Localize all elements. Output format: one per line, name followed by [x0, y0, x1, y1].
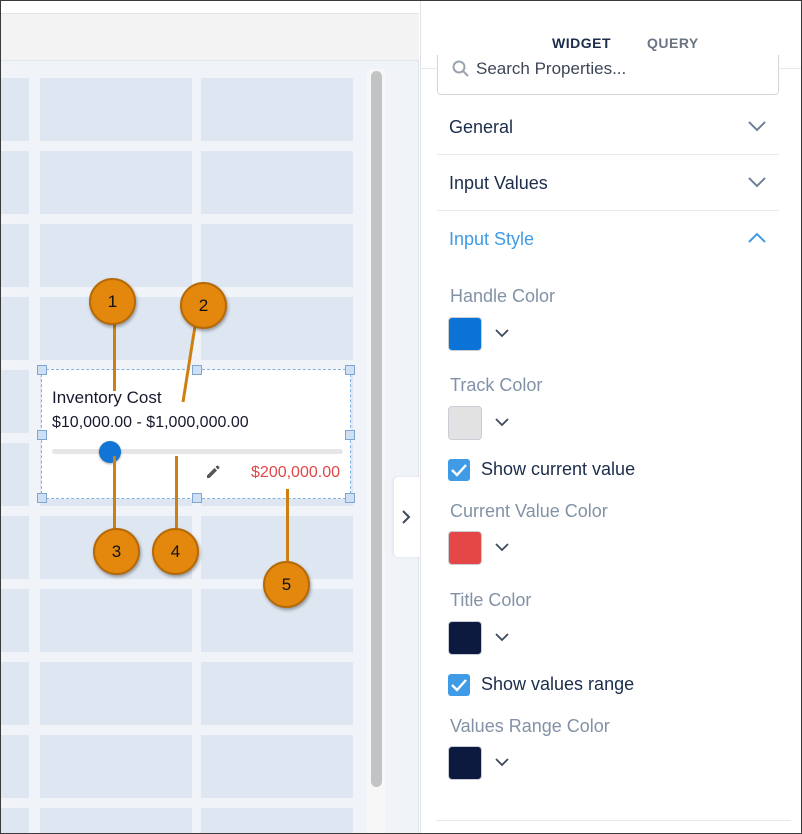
track-color-label: Track Color [450, 375, 543, 395]
chevron-down-icon[interactable] [495, 328, 509, 338]
grid-cell [201, 78, 353, 141]
handle-color-label: Handle Color [450, 286, 556, 306]
search-icon [452, 60, 469, 77]
title-color-swatch[interactable] [448, 621, 482, 655]
grid-cell [201, 516, 353, 579]
checkbox[interactable] [448, 674, 470, 696]
section-label: General [449, 117, 514, 137]
show-current-value-checkbox[interactable]: Show current value [448, 458, 768, 482]
grid-cell [201, 589, 353, 652]
grid-cell [1, 370, 29, 433]
grid-cell [1, 78, 29, 141]
title-color-picker[interactable] [448, 621, 518, 655]
values-range-color-picker[interactable] [448, 746, 518, 780]
grid-cell [201, 808, 353, 833]
resize-handle-left[interactable] [37, 430, 47, 440]
grid-cell [1, 808, 29, 833]
widget-current-value: $200,000.00 [251, 464, 340, 481]
slider-track[interactable] [52, 449, 343, 454]
chevron-down-icon [748, 121, 766, 132]
title-color-label: Title Color [450, 590, 532, 610]
chevron-down-icon[interactable] [495, 417, 509, 427]
app-frame: Inventory Cost $10,000.00 - $1,000,000.0… [0, 0, 802, 834]
canvas-toolbar [1, 13, 419, 61]
grid-cell [40, 297, 192, 360]
resize-handle-top-left[interactable] [37, 365, 47, 375]
resize-handle-right[interactable] [345, 430, 355, 440]
section-divider [436, 820, 791, 821]
checkbox-label: Show current value [481, 459, 636, 479]
checkbox[interactable] [448, 459, 470, 481]
collapse-panel-button[interactable] [394, 477, 420, 557]
section-general[interactable]: General [437, 99, 779, 155]
widget-title: Inventory Cost [52, 388, 162, 407]
dashboard-canvas: Inventory Cost $10,000.00 - $1,000,000.0… [1, 1, 420, 833]
values-range-color-swatch[interactable] [448, 746, 482, 780]
widget-values-range: $10,000.00 - $1,000,000.00 [52, 414, 249, 431]
resize-handle-top[interactable] [192, 365, 202, 375]
grid-cell [40, 735, 192, 798]
grid-cell [40, 224, 192, 287]
current-value-color-label: Current Value Color [450, 501, 608, 521]
grid-cell [1, 297, 29, 360]
grid-cell [40, 662, 192, 725]
chevron-up-icon [748, 232, 766, 243]
grid-cell [1, 224, 29, 287]
grid-cell [201, 662, 353, 725]
grid-cell [40, 808, 192, 833]
grid-cell [201, 151, 353, 214]
chevron-down-icon[interactable] [495, 757, 509, 767]
slider-handle[interactable] [99, 441, 122, 463]
checkbox-label: Show values range [481, 674, 635, 694]
chevron-right-icon [402, 510, 411, 524]
search-properties-input[interactable]: Search Properties... [437, 55, 779, 95]
show-values-range-checkbox[interactable]: Show values range [448, 673, 768, 697]
tab-widget[interactable]: WIDGET [552, 35, 611, 51]
section-input-values[interactable]: Input Values [437, 155, 779, 211]
check-icon [451, 464, 467, 477]
handle-color-swatch[interactable] [448, 317, 482, 351]
chevron-down-icon[interactable] [495, 542, 509, 552]
grid-cell [40, 589, 192, 652]
section-label: Input Values [449, 173, 548, 193]
tab-query[interactable]: QUERY [647, 35, 699, 51]
grid-cell [1, 735, 29, 798]
check-icon [451, 679, 467, 692]
chevron-down-icon [748, 177, 766, 188]
grid-cell [201, 735, 353, 798]
grid-cell [1, 151, 29, 214]
canvas-scrollbar-thumb[interactable] [371, 71, 382, 787]
slider-widget[interactable]: Inventory Cost $10,000.00 - $1,000,000.0… [37, 365, 355, 503]
values-range-color-label: Values Range Color [450, 716, 610, 736]
current-value-color-picker[interactable] [448, 531, 518, 565]
handle-color-picker[interactable] [448, 317, 518, 351]
grid-cell [1, 589, 29, 652]
resize-handle-bottom[interactable] [192, 493, 202, 503]
grid-cell [201, 224, 353, 287]
grid-cell [201, 297, 353, 360]
grid-cell [1, 516, 29, 579]
grid-cell [40, 151, 192, 214]
resize-handle-bottom-right[interactable] [345, 493, 355, 503]
grid-cell [40, 78, 192, 141]
track-color-swatch[interactable] [448, 406, 482, 440]
chevron-down-icon[interactable] [495, 632, 509, 642]
grid-cell [40, 516, 192, 579]
search-placeholder: Search Properties... [476, 59, 627, 78]
resize-handle-top-right[interactable] [345, 365, 355, 375]
pencil-icon[interactable] [205, 464, 221, 480]
section-input-style[interactable]: Input Style [437, 211, 779, 267]
section-label: Input Style [449, 229, 535, 249]
track-color-picker[interactable] [448, 406, 518, 440]
grid-cell [1, 662, 29, 725]
grid-cell [1, 443, 29, 506]
current-value-color-swatch[interactable] [448, 531, 482, 565]
resize-handle-bottom-left[interactable] [37, 493, 47, 503]
